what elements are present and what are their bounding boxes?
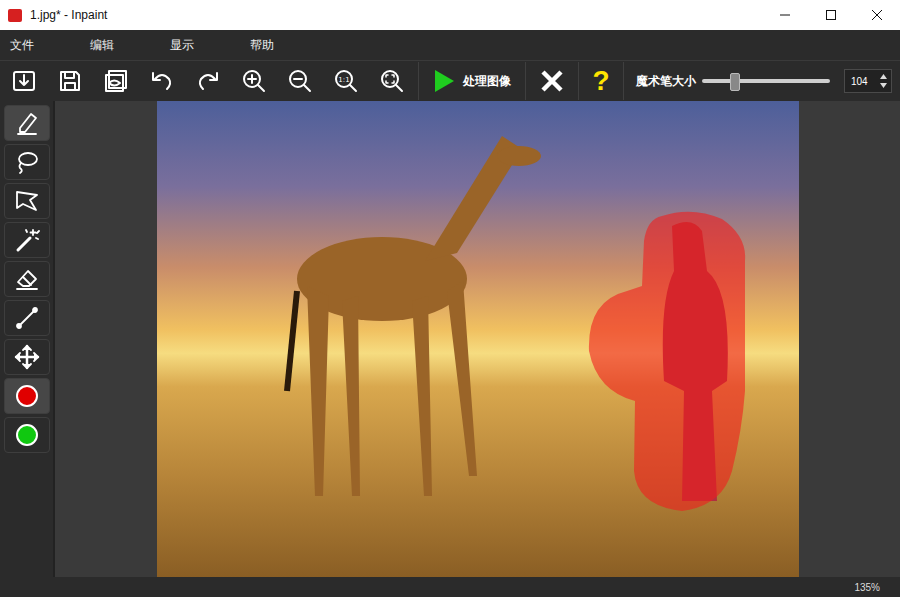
slider-track [702,79,830,83]
close-button[interactable] [854,0,900,30]
separator [525,62,526,100]
move-icon [14,344,40,370]
close-icon [871,9,883,21]
brush-size-slider[interactable] [702,71,830,91]
menu-item[interactable]: 显示 [170,37,194,54]
preview-icon [103,68,129,94]
help-button[interactable]: ? [585,64,617,98]
open-button[interactable] [4,64,44,98]
lasso-tool[interactable] [4,144,50,180]
inpaint-window: 1.jpg* - Inpaint 文件 编辑 显示 帮助 1:1 处理图像? 魔术笔大小 104… [0,0,900,597]
marker-icon [14,110,40,136]
marker-tool[interactable] [4,105,50,141]
line-tool[interactable] [4,300,50,336]
zoom-actual-icon: 1:1 [333,68,359,94]
mask-overlay [588,212,744,511]
status-bar: 135% [0,577,900,597]
play-icon [433,69,455,93]
zoom-out-icon [287,68,313,94]
brush-size-field[interactable]: 104 [844,69,892,93]
down-arrow-icon[interactable] [880,83,887,88]
menu-bar: 文件 编辑 显示 帮助 [0,30,900,61]
wand-icon [14,227,40,253]
zoom-level: 135% [854,582,880,593]
line-icon [14,305,40,331]
eraser-tool[interactable] [4,261,50,297]
photo-content[interactable] [157,101,799,577]
color-icon [14,383,40,409]
save-icon [57,68,83,94]
color-icon [14,422,40,448]
process-label: 处理图像 [463,73,511,90]
window-title: 1.jpg* - Inpaint [30,8,107,22]
zoom-in-icon [241,68,267,94]
zoom-in-button[interactable] [234,64,274,98]
menu-item[interactable]: 帮助 [250,37,274,54]
menu-item[interactable]: 文件 [10,37,34,54]
process-button[interactable]: 处理图像 [425,69,519,93]
redo-button[interactable] [188,64,228,98]
minimize-icon [779,9,791,21]
maximize-button[interactable] [808,0,854,30]
cancel-icon [540,69,564,93]
slider-thumb[interactable] [730,73,740,91]
zoom-out-button[interactable] [280,64,320,98]
redo-icon [195,68,221,94]
canvas-area [55,101,900,577]
polygon-tool[interactable] [4,183,50,219]
title-bar: 1.jpg* - Inpaint [0,0,900,30]
giraffe [287,136,541,496]
undo-button[interactable] [142,64,182,98]
toolbar: 1:1 处理图像? 魔术笔大小 104 [0,61,900,101]
eraser-icon [14,266,40,292]
color-tool[interactable] [4,378,50,414]
photo [157,101,799,577]
separator [418,62,419,100]
spin-arrows [880,74,887,88]
up-arrow-icon[interactable] [880,74,887,79]
preview-button[interactable] [96,64,136,98]
undo-icon [149,68,175,94]
minimize-button[interactable] [762,0,808,30]
zoom-actual-label: 1:1 [338,76,349,84]
brush-size-value: 104 [851,76,868,87]
separator [578,62,579,100]
app-icon [8,9,22,22]
open-icon [11,68,37,94]
menu-item[interactable]: 编辑 [90,37,114,54]
workspace [0,101,900,577]
polygon-icon [14,188,40,214]
move-tool[interactable] [4,339,50,375]
brush-size-label: 魔术笔大小 [636,73,696,90]
separator [623,62,624,100]
save-button[interactable] [50,64,90,98]
tool-panel [0,101,55,577]
zoom-actual-button[interactable]: 1:1 [326,64,366,98]
lasso-icon [14,149,40,175]
zoom-fit-icon [379,68,405,94]
wand-tool[interactable] [4,222,50,258]
color-tool[interactable] [4,417,50,453]
cancel-button[interactable] [532,64,572,98]
maximize-icon [825,9,837,21]
zoom-fit-button[interactable] [372,64,412,98]
